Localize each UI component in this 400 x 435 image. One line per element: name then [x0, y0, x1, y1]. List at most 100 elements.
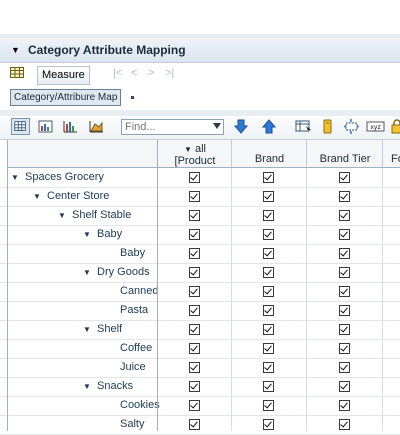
- row-label[interactable]: Dry Goods: [97, 266, 150, 278]
- mapping-checkbox[interactable]: [189, 267, 200, 278]
- mapping-checkbox[interactable]: [339, 400, 350, 411]
- previous-page-icon[interactable]: <: [131, 67, 137, 79]
- expand-toggle-icon[interactable]: ▼: [58, 211, 66, 220]
- mapping-checkbox[interactable]: [263, 229, 274, 240]
- find-dropdown-icon[interactable]: [213, 123, 221, 129]
- row-label[interactable]: Pasta: [120, 304, 148, 316]
- mapping-checkbox[interactable]: [339, 362, 350, 373]
- row-label[interactable]: Cookies: [120, 399, 160, 411]
- mapping-checkbox[interactable]: [339, 172, 350, 183]
- table-row[interactable]: ▼ Spaces Grocery: [0, 168, 400, 188]
- mapping-checkbox[interactable]: [189, 172, 200, 183]
- row-label[interactable]: Center Store: [47, 190, 109, 202]
- mapping-checkbox[interactable]: [189, 343, 200, 354]
- mapping-checkbox[interactable]: [189, 305, 200, 316]
- lock-icon[interactable]: [390, 118, 400, 135]
- mapping-checkbox[interactable]: [189, 400, 200, 411]
- mapping-checkbox[interactable]: [263, 248, 274, 259]
- area-chart-icon[interactable]: [87, 118, 106, 135]
- mapping-checkbox[interactable]: [339, 191, 350, 202]
- table-row[interactable]: Salty: [0, 415, 400, 435]
- mapping-checkbox[interactable]: [263, 362, 274, 373]
- table-row[interactable]: ▼ Dry Goods: [0, 263, 400, 283]
- table-row[interactable]: ▼ Baby: [0, 225, 400, 245]
- table-row[interactable]: Baby: [0, 244, 400, 264]
- mapping-checkbox[interactable]: [339, 286, 350, 297]
- expand-toggle-icon[interactable]: ▼: [11, 173, 19, 182]
- mapping-checkbox[interactable]: [339, 305, 350, 316]
- column-header-partial[interactable]: Fo: [382, 140, 400, 167]
- mapping-checkbox[interactable]: [263, 172, 274, 183]
- mapping-checkbox[interactable]: [339, 210, 350, 221]
- mapping-checkbox[interactable]: [263, 286, 274, 297]
- collapse-icon[interactable]: ▼: [184, 145, 192, 154]
- bar-chart-icon[interactable]: [61, 118, 80, 135]
- expand-toggle-icon[interactable]: ▼: [83, 230, 91, 239]
- table-row[interactable]: Canned: [0, 282, 400, 302]
- row-label[interactable]: Coffee: [120, 342, 152, 354]
- table-row[interactable]: ▼ Shelf: [0, 320, 400, 340]
- row-label[interactable]: Canned: [120, 285, 159, 297]
- expand-toggle-icon[interactable]: ▼: [33, 192, 41, 201]
- mapping-checkbox[interactable]: [189, 191, 200, 202]
- column-header-brand-tier[interactable]: Brand Tier: [306, 140, 383, 167]
- expand-toggle-icon[interactable]: ▼: [83, 325, 91, 334]
- mapping-checkbox[interactable]: [263, 381, 274, 392]
- table-row[interactable]: Coffee: [0, 339, 400, 359]
- pivot-icon[interactable]: [342, 118, 361, 135]
- table-row[interactable]: ▼ Shelf Stable: [0, 206, 400, 226]
- mapping-checkbox[interactable]: [189, 381, 200, 392]
- panel-header[interactable]: ▼ Category Attribute Mapping: [0, 38, 400, 63]
- xyz-icon[interactable]: xyz: [366, 118, 385, 135]
- mapping-checkbox[interactable]: [339, 267, 350, 278]
- mapping-checkbox[interactable]: [339, 324, 350, 335]
- column-header-all-product[interactable]: ▼ all [Product: [157, 140, 232, 167]
- find-field[interactable]: [121, 119, 224, 135]
- row-label[interactable]: Juice: [120, 361, 146, 373]
- mapping-checkbox[interactable]: [189, 210, 200, 221]
- column-settings-icon[interactable]: [294, 118, 313, 135]
- table-row[interactable]: ▼ Snacks: [0, 377, 400, 397]
- mapping-checkbox[interactable]: [189, 419, 200, 430]
- mapping-checkbox[interactable]: [263, 400, 274, 411]
- table-row[interactable]: Juice: [0, 358, 400, 378]
- column-header-brand[interactable]: Brand: [231, 140, 307, 167]
- mapping-checkbox[interactable]: [263, 210, 274, 221]
- mapping-checkbox[interactable]: [263, 191, 274, 202]
- mapping-checkbox[interactable]: [339, 248, 350, 259]
- mapping-checkbox[interactable]: [339, 419, 350, 430]
- mapping-checkbox[interactable]: [263, 419, 274, 430]
- breadcrumb[interactable]: Category/Attribure Map: [10, 89, 122, 106]
- mapping-checkbox[interactable]: [339, 229, 350, 240]
- mapping-checkbox[interactable]: [189, 362, 200, 373]
- mapping-checkbox[interactable]: [339, 343, 350, 354]
- next-page-icon[interactable]: >: [148, 67, 154, 79]
- first-page-icon[interactable]: |<: [113, 67, 122, 79]
- row-label[interactable]: Spaces Grocery: [25, 171, 104, 183]
- grid-icon[interactable]: [10, 67, 24, 78]
- measure-button[interactable]: Measure: [37, 66, 90, 85]
- row-label[interactable]: Shelf: [97, 323, 122, 335]
- find-next-icon[interactable]: [232, 118, 251, 135]
- row-label[interactable]: Baby: [120, 247, 145, 259]
- find-input[interactable]: [122, 120, 210, 134]
- expand-toggle-icon[interactable]: ▼: [83, 382, 91, 391]
- mapping-checkbox[interactable]: [263, 324, 274, 335]
- table-row[interactable]: Pasta: [0, 301, 400, 321]
- chart-view-icon[interactable]: [36, 118, 55, 135]
- tag-icon[interactable]: [318, 118, 337, 135]
- collapse-icon[interactable]: ▼: [11, 45, 20, 55]
- mapping-checkbox[interactable]: [263, 267, 274, 278]
- mapping-checkbox[interactable]: [189, 248, 200, 259]
- table-row[interactable]: ▼ Center Store: [0, 187, 400, 207]
- mapping-checkbox[interactable]: [263, 305, 274, 316]
- mapping-checkbox[interactable]: [189, 229, 200, 240]
- mapping-checkbox[interactable]: [339, 381, 350, 392]
- expand-toggle-icon[interactable]: ▼: [83, 268, 91, 277]
- table-row[interactable]: Cookies: [0, 396, 400, 416]
- row-label[interactable]: Baby: [97, 228, 122, 240]
- find-previous-icon[interactable]: [260, 118, 279, 135]
- mapping-checkbox[interactable]: [189, 286, 200, 297]
- mapping-checkbox[interactable]: [189, 324, 200, 335]
- row-label[interactable]: Shelf Stable: [72, 209, 131, 221]
